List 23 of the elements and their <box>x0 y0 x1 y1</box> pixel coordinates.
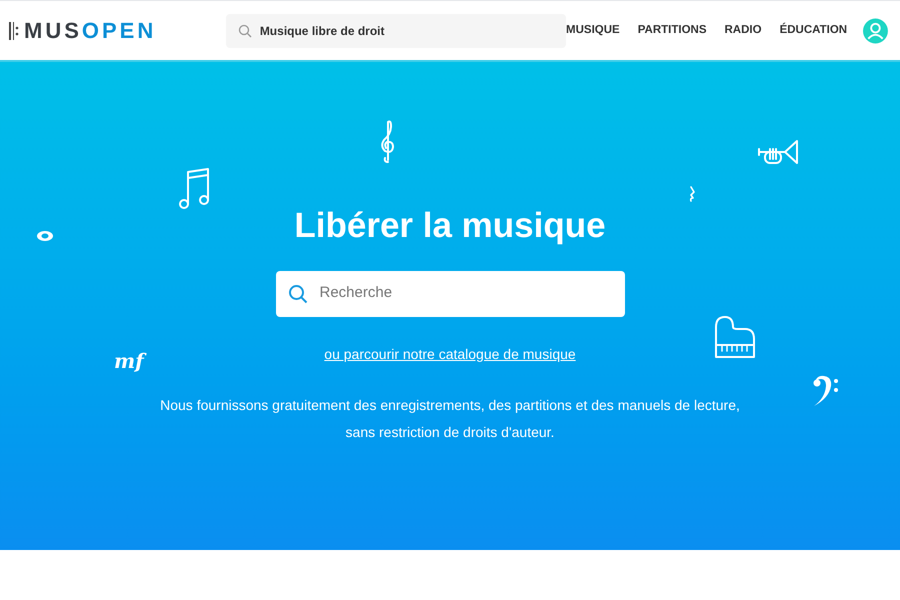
nav-link[interactable]: PARTITIONS <box>638 22 706 40</box>
hero-title: Libérer la musique <box>294 205 606 247</box>
rest-icon <box>689 186 695 202</box>
whole-note-icon <box>36 230 54 242</box>
nav-link[interactable]: RADIO <box>724 22 762 40</box>
treble-clef-icon <box>379 118 397 164</box>
user-avatar-icon[interactable] <box>863 18 888 44</box>
search-icon <box>288 284 308 304</box>
search-icon <box>238 24 252 38</box>
logo[interactable]: MUS OPEN <box>24 14 156 47</box>
search-field[interactable]: Musique libre de droit <box>226 14 566 48</box>
piano-icon <box>714 315 756 359</box>
trumpet-icon <box>757 139 799 167</box>
bass-clef-icon <box>811 374 839 408</box>
dynamic-marking: mf <box>114 346 144 376</box>
music-note-icon <box>178 166 212 210</box>
hero-search-input[interactable]: Recherche <box>320 282 612 305</box>
description-text: Nous fournissons gratuitement des enregistrements, des partitions et des manuels de lecture, <box>160 396 740 415</box>
description-text: sans restriction de droits d'auteur. <box>346 422 554 442</box>
logo-icon <box>8 22 20 40</box>
hero-search-field[interactable]: Recherche <box>276 270 624 316</box>
nav-link[interactable]: MUSIQUE <box>566 22 620 40</box>
nav-link[interactable]: ÉDUCATION <box>780 22 848 40</box>
